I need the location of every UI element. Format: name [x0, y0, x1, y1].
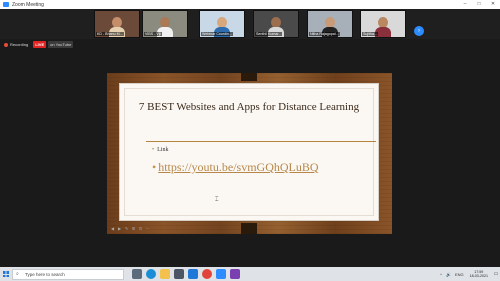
clock-date: 18-03-2021	[469, 274, 488, 278]
search-placeholder: Type here to search	[25, 271, 65, 277]
more-options-icon[interactable]: ⋯	[144, 226, 151, 232]
participant-video-strip: KD - Bhanu M... VIBS - Viji Webinar Coor…	[0, 9, 500, 39]
window-controls: – □ ✕	[458, 0, 500, 9]
file-explorer-icon[interactable]	[160, 269, 170, 279]
close-button[interactable]: ✕	[486, 0, 500, 9]
participant-tile[interactable]: VIBS - Viji	[142, 10, 188, 38]
title-divider	[146, 141, 376, 142]
slide-tab-decoration	[241, 223, 257, 234]
pen-icon[interactable]: ✎	[123, 226, 130, 232]
windows-logo-icon	[3, 271, 9, 277]
participant-tile[interactable]: Webinar Coordin...	[199, 10, 245, 38]
live-badge[interactable]: LIVE	[33, 41, 47, 48]
participant-name: VIBS - Viji	[144, 32, 163, 36]
recording-dot-icon	[4, 42, 8, 47]
mail-icon[interactable]	[188, 269, 198, 279]
windows-taskbar: ⌕ Type here to search ^ 🔊 ENG 17:59 18-0…	[0, 267, 500, 281]
zoom-window: Zoom Meeting – □ ✕ KD - Bhanu M... VIBS …	[0, 0, 500, 281]
next-page-arrow-icon[interactable]: ›	[414, 26, 424, 36]
volume-icon[interactable]: 🔊	[446, 272, 451, 277]
notification-icon[interactable]: ▭	[492, 269, 500, 279]
show-hidden-icons-icon[interactable]: ^	[440, 272, 442, 277]
title-bar: Zoom Meeting – □ ✕	[0, 0, 500, 9]
maximize-button[interactable]: □	[472, 0, 486, 9]
participant-name: Webinar Coordin...	[201, 32, 233, 36]
minimize-button[interactable]: –	[458, 0, 472, 9]
participant-name: Sujitha...	[362, 32, 378, 36]
recording-label: Recording	[10, 42, 29, 47]
participant-name: Senthil Kumar...	[255, 32, 283, 36]
zoom-icon[interactable]	[216, 269, 226, 279]
media-icon[interactable]	[230, 269, 240, 279]
participant-tile[interactable]: Nitha Rajagopal...	[307, 10, 353, 38]
zoom-slide-icon[interactable]: ⊡	[137, 226, 144, 232]
shared-screen: 7 BEST Websites and Apps for Distance Le…	[107, 73, 392, 234]
input-language[interactable]: ENG	[455, 272, 464, 277]
taskbar-search[interactable]: ⌕ Type here to search	[12, 268, 124, 280]
search-icon: ⌕	[16, 271, 19, 277]
youtube-link[interactable]: https://youtu.be/svmGQhQLuBQ	[158, 160, 318, 174]
slide-paper: 7 BEST Websites and Apps for Distance Le…	[119, 83, 379, 221]
next-slide-icon[interactable]: ▶	[116, 226, 123, 232]
participant-name: KD - Bhanu M...	[96, 32, 124, 36]
previous-slide-icon[interactable]: ◀	[109, 226, 116, 232]
bullet-label: Link	[157, 147, 169, 153]
recording-status: Recording LIVE on YouTube	[4, 41, 74, 48]
participant-tile[interactable]: KD - Bhanu M...	[94, 10, 140, 38]
system-tray: ^ 🔊 ENG 17:59 18-03-2021 ▭	[438, 269, 500, 279]
participant-tile[interactable]: Senthil Kumar...	[253, 10, 299, 38]
window-title: Zoom Meeting	[12, 1, 44, 8]
participant-tile[interactable]: Sujitha...	[360, 10, 406, 38]
slide-bullet: • Link	[152, 147, 169, 153]
clock[interactable]: 17:59 18-03-2021	[470, 270, 488, 279]
slideshow-toolbar: ◀ ▶ ✎ ⊞ ⊡ ⋯	[109, 226, 151, 232]
mouse-cursor-icon: ⌶	[215, 197, 219, 203]
start-button[interactable]	[0, 267, 12, 281]
task-view-icon[interactable]	[132, 269, 142, 279]
slide-link-bullet: • https://youtu.be/svmGQhQLuBQ	[152, 160, 319, 174]
see-all-slides-icon[interactable]: ⊞	[130, 226, 137, 232]
participant-name: Nitha Rajagopal...	[309, 32, 340, 36]
store-icon[interactable]	[174, 269, 184, 279]
zoom-app-icon	[3, 2, 9, 7]
chrome-icon[interactable]	[202, 269, 212, 279]
pinned-apps	[130, 269, 242, 279]
slide-tab-decoration	[241, 73, 257, 81]
edge-icon[interactable]	[146, 269, 156, 279]
live-platform-label[interactable]: on YouTube	[48, 41, 74, 48]
slide-title: 7 BEST Websites and Apps for Distance Le…	[138, 101, 360, 113]
